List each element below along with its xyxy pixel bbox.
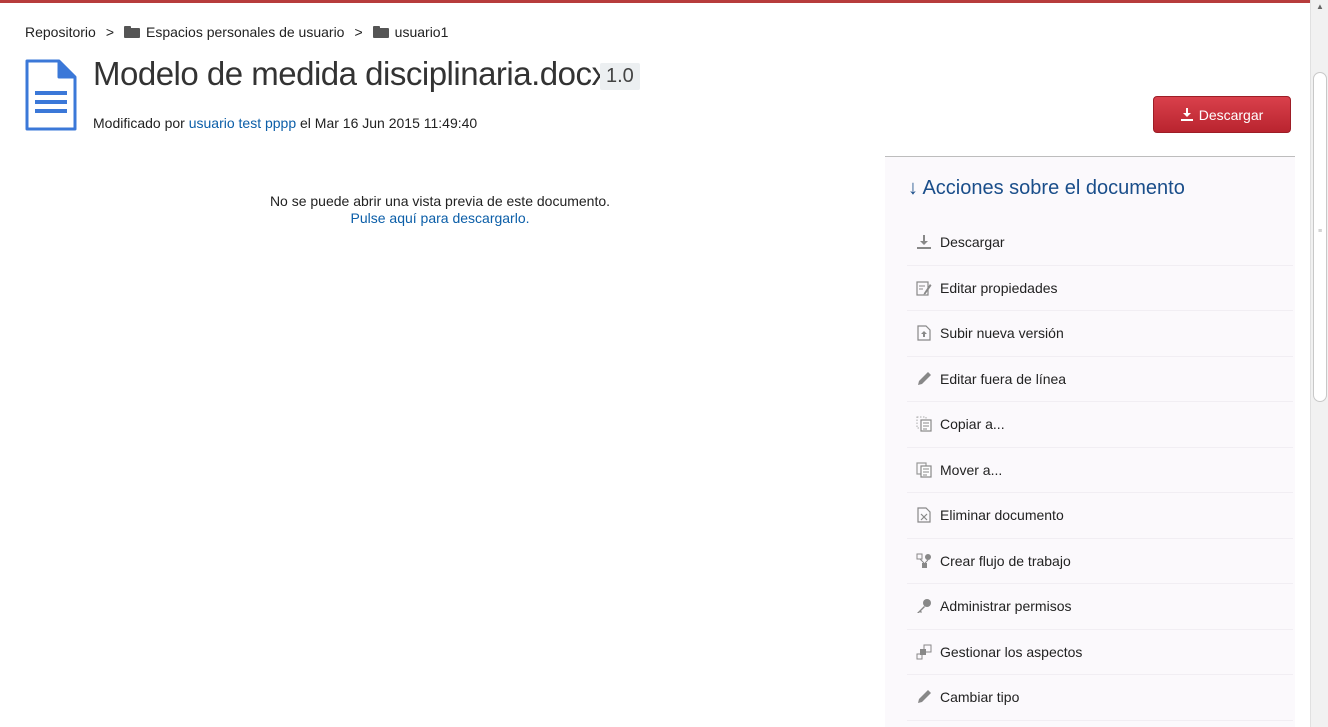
- action-label: Crear flujo de trabajo: [940, 552, 1071, 569]
- preview-download-link[interactable]: Pulse aquí para descargarlo.: [160, 210, 720, 227]
- breadcrumb-label: Espacios personales de usuario: [146, 24, 345, 40]
- grip-icon: ≡: [1318, 228, 1323, 235]
- vertical-scrollbar[interactable]: ▲ ≡: [1310, 0, 1328, 727]
- modified-prefix: Modificado por: [93, 115, 185, 131]
- action-download[interactable]: Descargar: [907, 220, 1293, 266]
- modified-user-link[interactable]: usuario test pppp: [189, 115, 296, 131]
- copy-icon: [915, 415, 933, 433]
- action-edit-properties[interactable]: Editar propiedades: [907, 266, 1293, 311]
- scrollbar-thumb[interactable]: ≡: [1313, 72, 1327, 402]
- modified-date: el Mar 16 Jun 2015 11:49:40: [300, 115, 478, 131]
- action-upload-new-version[interactable]: Subir nueva versión: [907, 311, 1293, 357]
- workflow-icon: [915, 552, 933, 570]
- page-content: Repositorio > Espacios personales de usu…: [0, 0, 1310, 727]
- action-label: Cambiar tipo: [940, 689, 1020, 706]
- action-label: Administrar permisos: [940, 598, 1072, 615]
- breadcrumb-item-personal-spaces[interactable]: Espacios personales de usuario: [124, 24, 344, 40]
- download-icon: [915, 233, 933, 251]
- action-manage-aspects[interactable]: Gestionar los aspectos: [907, 630, 1293, 675]
- scroll-up-arrow-icon[interactable]: ▲: [1311, 0, 1328, 16]
- actions-panel-title[interactable]: ↓ Acciones sobre el documento: [908, 177, 1185, 200]
- breadcrumb-root[interactable]: Repositorio: [25, 24, 96, 40]
- preview-message: No se puede abrir una vista previa de es…: [160, 193, 720, 227]
- action-change-type[interactable]: Cambiar tipo: [907, 675, 1293, 721]
- action-create-workflow[interactable]: Crear flujo de trabajo: [907, 539, 1293, 584]
- preview-unavailable-text: No se puede abrir una vista previa de es…: [269, 193, 611, 209]
- action-label: Subir nueva versión: [940, 325, 1064, 342]
- pencil-icon: [915, 370, 933, 388]
- delete-icon: [915, 506, 933, 524]
- action-label: Copiar a...: [940, 416, 1005, 433]
- aspects-icon: [915, 643, 933, 661]
- action-label: Descargar: [940, 234, 1005, 251]
- key-icon: [915, 597, 933, 615]
- action-label: Editar fuera de línea: [940, 370, 1067, 387]
- action-edit-offline[interactable]: Editar fuera de línea: [907, 357, 1293, 402]
- breadcrumb-separator: >: [105, 24, 115, 40]
- download-button[interactable]: Descargar: [1153, 96, 1291, 133]
- edit-properties-icon: [915, 279, 933, 297]
- version-badge: 1.0: [600, 63, 640, 90]
- breadcrumb-separator: >: [354, 24, 363, 40]
- download-button-label: Descargar: [1198, 106, 1264, 123]
- breadcrumb-label: usuario1: [394, 24, 449, 40]
- document-actions-panel: ↓ Acciones sobre el documento Descargar …: [885, 157, 1295, 727]
- action-label: Gestionar los aspectos: [940, 643, 1083, 660]
- breadcrumb: Repositorio > Espacios personales de usu…: [25, 24, 448, 40]
- folder-icon: [124, 26, 141, 38]
- upload-version-icon: [915, 324, 933, 342]
- actions-panel-title-label: Acciones sobre el documento: [922, 177, 1185, 199]
- arrow-down-icon: ↓: [908, 177, 918, 199]
- action-delete-document[interactable]: Eliminar documento: [907, 493, 1293, 539]
- action-label: Eliminar documento: [940, 507, 1064, 524]
- document-title: Modelo de medida disciplinaria.docx: [93, 55, 608, 92]
- pencil-icon: [915, 688, 933, 706]
- download-icon: [1180, 108, 1193, 121]
- action-label: Mover a...: [940, 461, 1003, 478]
- action-label: Editar propiedades: [940, 279, 1058, 296]
- actions-list: Descargar Editar propiedades Subir nueva…: [907, 220, 1293, 721]
- folder-icon: [372, 26, 389, 38]
- breadcrumb-item-usuario1[interactable]: usuario1: [372, 24, 449, 40]
- move-icon: [915, 461, 933, 479]
- action-manage-permissions[interactable]: Administrar permisos: [907, 584, 1293, 630]
- action-move-to[interactable]: Mover a...: [907, 448, 1293, 493]
- document-icon: [25, 59, 77, 131]
- header-border: [0, 0, 1310, 3]
- action-copy-to[interactable]: Copiar a...: [907, 402, 1293, 448]
- document-modified-info: Modificado por usuario test pppp el Mar …: [93, 115, 477, 131]
